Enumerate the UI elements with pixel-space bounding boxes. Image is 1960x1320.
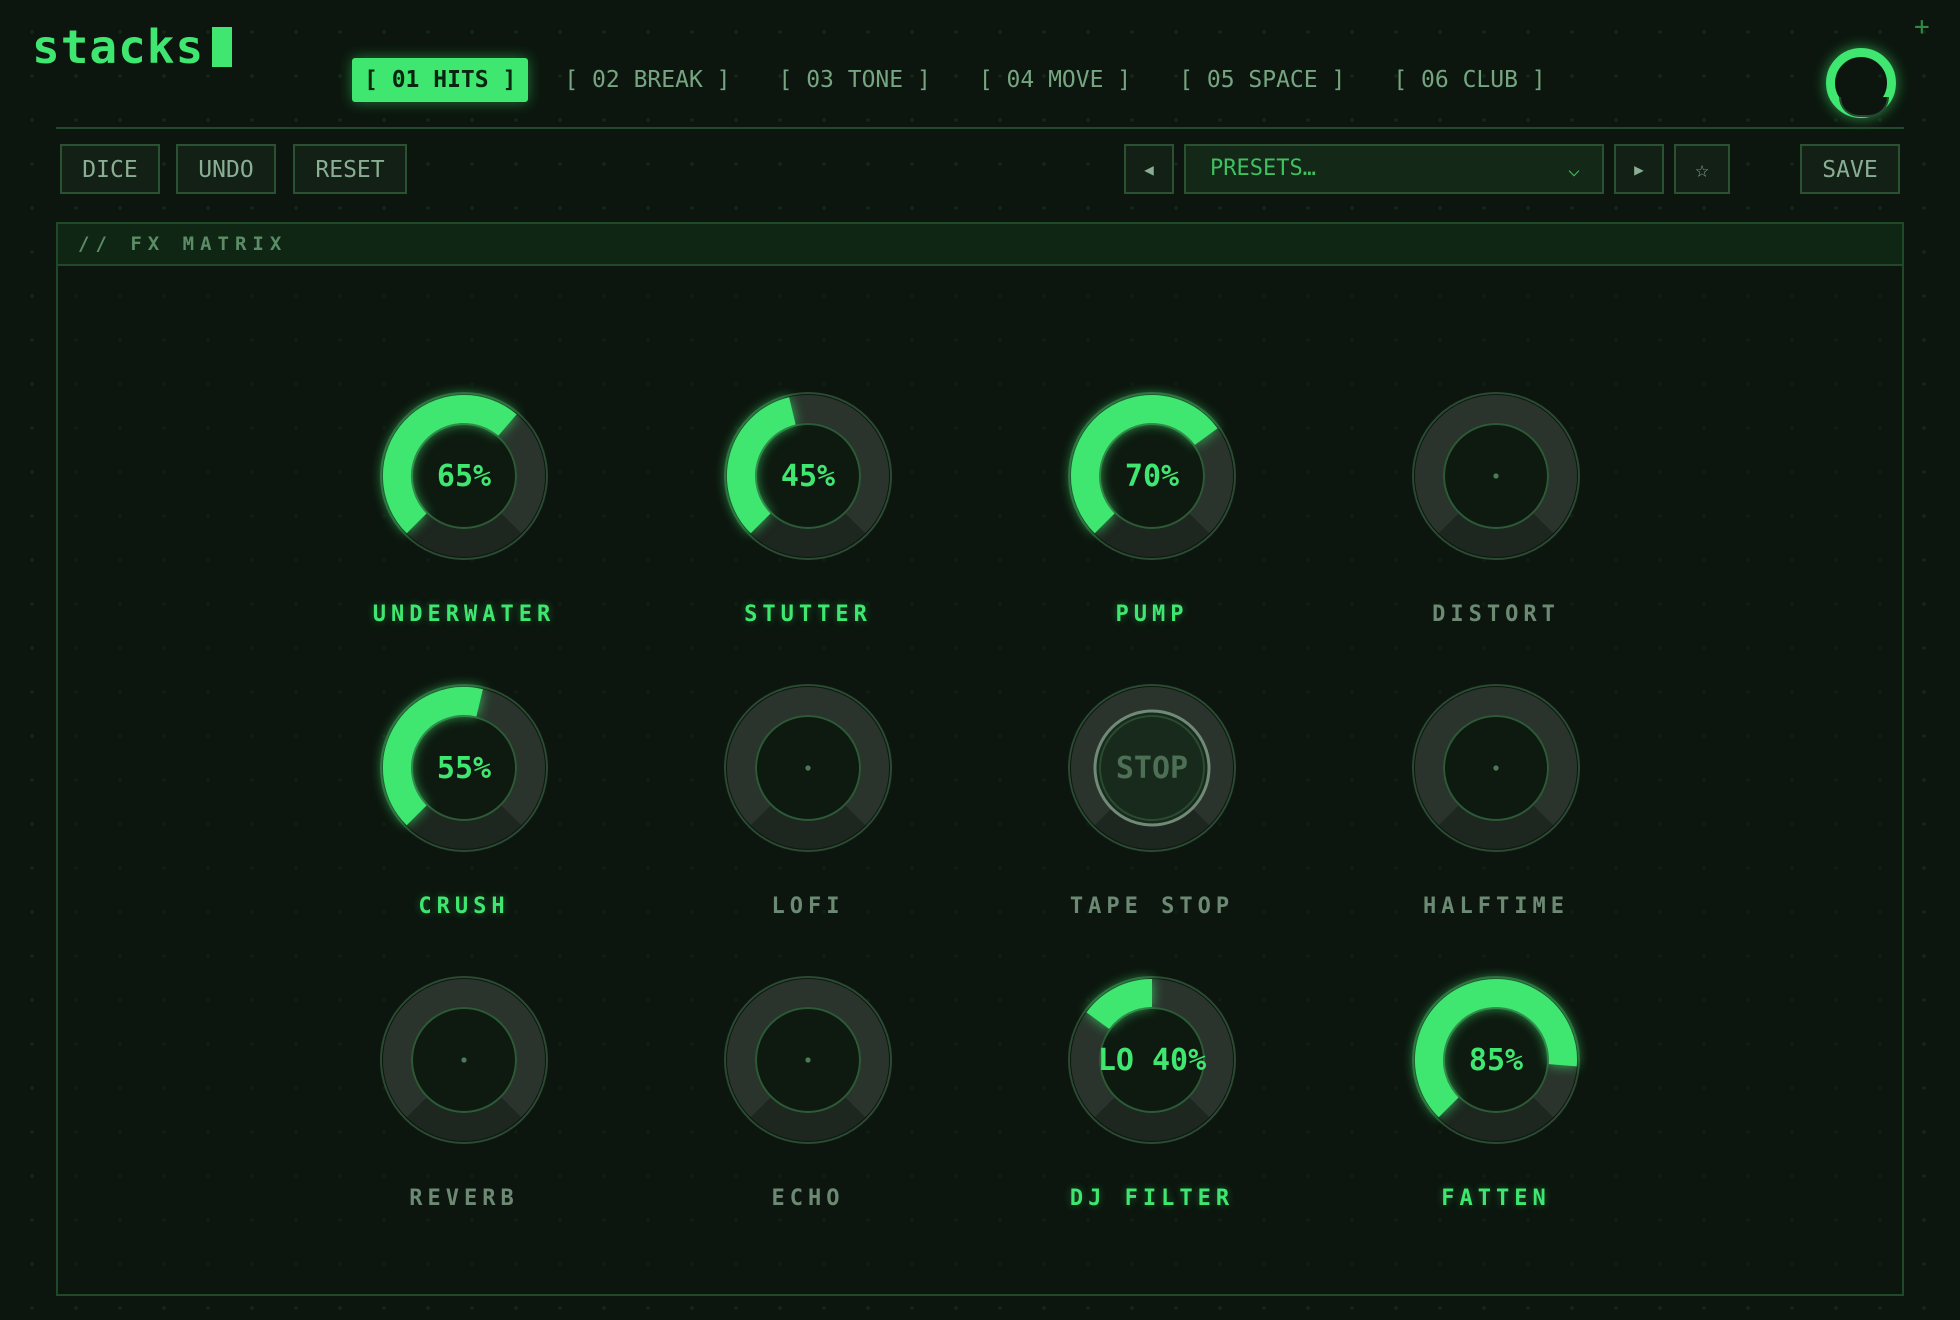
knob-readout: 55% (437, 751, 491, 786)
knob-readout: LO 40% (1098, 1043, 1206, 1078)
knob-label: FATTEN (1441, 1186, 1551, 1211)
knob-stutter[interactable]: 45% STUTTER (708, 376, 908, 636)
app-logo: stacks (32, 20, 233, 74)
tab-space[interactable]: [ 05 SPACE ] (1167, 58, 1357, 102)
knob-center-dot (805, 1057, 811, 1063)
knob-label: PUMP (1115, 602, 1189, 627)
tab-break[interactable]: [ 02 BREAK ] (552, 58, 742, 102)
preset-dropdown[interactable]: PRESETS… ⌵ (1184, 144, 1604, 194)
knob-label: REVERB (409, 1186, 519, 1211)
knob-distort[interactable]: DISTORT (1396, 376, 1596, 636)
knob-label: CRUSH (418, 894, 510, 919)
knob-tape-stop[interactable]: STOP TAPE STOP (1052, 668, 1252, 928)
plus-icon[interactable]: + (1914, 12, 1930, 42)
status-ring-icon[interactable] (1826, 48, 1896, 118)
fx-matrix-panel: // FX MATRIX (56, 222, 1904, 1296)
knob-label: LOFI (771, 894, 845, 919)
knob-label: TAPE STOP (1069, 894, 1235, 919)
knob-underwater[interactable]: 65% UNDERWATER (364, 376, 564, 636)
knob-center-dot (1493, 473, 1499, 479)
knob-readout: 45% (781, 459, 835, 494)
favorite-star-icon[interactable]: ☆ (1674, 144, 1730, 194)
knob-readout: 65% (437, 459, 491, 494)
knob-echo[interactable]: ECHO (708, 960, 908, 1220)
knob-readout: 85% (1469, 1043, 1523, 1078)
fx-matrix-title: // FX MATRIX (58, 224, 1902, 266)
preset-placeholder: PRESETS… (1210, 156, 1316, 181)
knob-center-dot (461, 1057, 467, 1063)
cursor-block (212, 27, 233, 67)
knob-fatten[interactable]: 85% FATTEN (1396, 960, 1596, 1220)
knob-label: ECHO (771, 1186, 845, 1211)
app-name: stacks (32, 20, 205, 74)
reset-button[interactable]: RESET (293, 144, 407, 194)
knob-dj-filter[interactable]: LO 40% DJ FILTER (1052, 960, 1252, 1220)
knob-center-dot (805, 765, 811, 771)
knob-readout: STOP (1116, 751, 1188, 786)
knob-readout: 70% (1125, 459, 1179, 494)
chevron-down-icon: ⌵ (1567, 157, 1580, 181)
knob-halftime[interactable]: HALFTIME (1396, 668, 1596, 928)
tab-move[interactable]: [ 04 MOVE ] (967, 58, 1143, 102)
knob-lofi[interactable]: LOFI (708, 668, 908, 928)
knob-label: UNDERWATER (372, 602, 556, 627)
prev-preset-icon[interactable]: ◀ (1124, 144, 1174, 194)
dice-button[interactable]: DICE (60, 144, 160, 194)
knob-reverb[interactable]: REVERB (364, 960, 564, 1220)
undo-button[interactable]: UNDO (176, 144, 276, 194)
knob-pump[interactable]: 70% PUMP (1052, 376, 1252, 636)
tab-hits[interactable]: [ 01 HITS ] (352, 58, 529, 102)
knob-label: DISTORT (1432, 602, 1560, 627)
knob-crush[interactable]: 55% CRUSH (364, 668, 564, 928)
knob-center-dot (1493, 765, 1499, 771)
knob-label: DJ FILTER (1069, 1186, 1235, 1211)
next-preset-icon[interactable]: ▶ (1614, 144, 1664, 194)
tab-bar: [ 01 HITS ] [ 02 BREAK ] [ 03 TONE ] [ 0… (352, 58, 1558, 102)
header-divider (56, 127, 1904, 129)
save-button[interactable]: SAVE (1800, 144, 1900, 194)
tab-tone[interactable]: [ 03 TONE ] (767, 58, 943, 102)
knob-label: STUTTER (744, 602, 872, 627)
tab-club[interactable]: [ 06 CLUB ] (1381, 58, 1557, 102)
knob-label: HALFTIME (1423, 894, 1569, 919)
